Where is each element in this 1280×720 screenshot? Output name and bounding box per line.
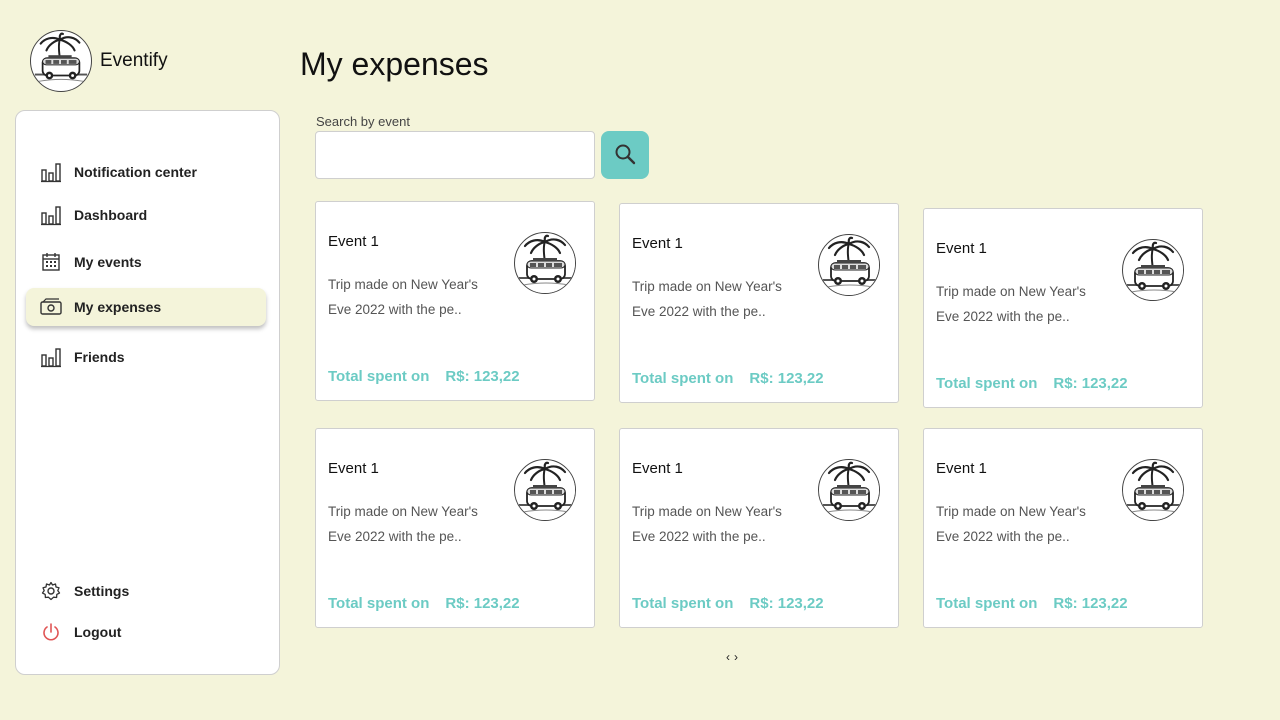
brand: Eventify xyxy=(30,30,168,92)
total-label: Total spent on xyxy=(632,595,734,612)
sidebar-item-label: Dashboard xyxy=(74,207,148,223)
sidebar-item-label: My expenses xyxy=(74,299,162,315)
van-palm-logo-icon xyxy=(1122,239,1184,301)
van-palm-logo-icon xyxy=(30,30,92,92)
power-icon xyxy=(40,621,62,643)
sidebar-item-dashboard[interactable]: Dashboard xyxy=(26,196,266,234)
total-value: R$: 123,22 xyxy=(1053,595,1128,612)
event-title: Event 1 xyxy=(328,460,379,477)
calendar-icon xyxy=(40,251,62,273)
event-total: Total spent on R$: 123,22 xyxy=(632,595,824,612)
event-title: Event 1 xyxy=(632,235,683,252)
van-palm-logo-icon xyxy=(1122,459,1184,521)
event-description: Trip made on New Year's Eve 2022 with th… xyxy=(632,504,782,544)
event-card[interactable]: Event 1 Trip made on New Year's Eve 2022… xyxy=(315,428,595,628)
search-icon xyxy=(614,143,636,168)
event-total: Total spent on R$: 123,22 xyxy=(936,595,1128,612)
sidebar-item-label: Logout xyxy=(74,624,122,640)
total-label: Total spent on xyxy=(328,595,430,612)
total-value: R$: 123,22 xyxy=(445,595,520,612)
event-description: Trip made on New Year's Eve 2022 with th… xyxy=(328,504,478,544)
event-total: Total spent on R$: 123,22 xyxy=(632,370,824,387)
search-input[interactable] xyxy=(315,131,595,179)
sidebar: Notification center Dashboard My events … xyxy=(15,110,280,675)
bar-chart-icon xyxy=(40,346,62,368)
bar-chart-icon xyxy=(40,204,62,226)
event-title: Event 1 xyxy=(936,460,987,477)
event-title: Event 1 xyxy=(328,233,379,250)
next-page-button[interactable]: › xyxy=(733,650,739,664)
event-title: Event 1 xyxy=(632,460,683,477)
total-label: Total spent on xyxy=(632,370,734,387)
search-button[interactable] xyxy=(601,131,649,179)
page-title: My expenses xyxy=(300,46,489,82)
pagination: ‹ › xyxy=(725,650,739,664)
event-card[interactable]: Event 1 Trip made on New Year's Eve 2022… xyxy=(315,201,595,401)
event-card[interactable]: Event 1 Trip made on New Year's Eve 2022… xyxy=(923,208,1203,408)
total-label: Total spent on xyxy=(328,368,430,385)
total-value: R$: 123,22 xyxy=(1053,375,1128,392)
sidebar-item-logout[interactable]: Logout xyxy=(26,613,266,651)
event-title: Event 1 xyxy=(936,240,987,257)
bar-chart-icon xyxy=(40,161,62,183)
search-label: Search by event xyxy=(316,114,410,129)
sidebar-item-label: Friends xyxy=(74,349,125,365)
event-total: Total spent on R$: 123,22 xyxy=(328,368,520,385)
money-icon xyxy=(40,296,62,318)
event-description: Trip made on New Year's Eve 2022 with th… xyxy=(632,279,782,319)
event-card[interactable]: Event 1 Trip made on New Year's Eve 2022… xyxy=(619,203,899,403)
total-value: R$: 123,22 xyxy=(445,368,520,385)
total-label: Total spent on xyxy=(936,375,1038,392)
event-description: Trip made on New Year's Eve 2022 with th… xyxy=(328,277,478,317)
total-value: R$: 123,22 xyxy=(749,370,824,387)
gear-icon xyxy=(40,580,62,602)
app-name: Eventify xyxy=(100,50,168,71)
van-palm-logo-icon xyxy=(514,232,576,294)
previous-page-button[interactable]: ‹ xyxy=(725,650,731,664)
event-total: Total spent on R$: 123,22 xyxy=(328,595,520,612)
sidebar-item-label: Settings xyxy=(74,583,130,599)
sidebar-item-label: Notification center xyxy=(74,164,197,180)
sidebar-item-label: My events xyxy=(74,254,142,270)
sidebar-item-my-events[interactable]: My events xyxy=(26,243,266,281)
van-palm-logo-icon xyxy=(818,234,880,296)
sidebar-item-settings[interactable]: Settings xyxy=(26,572,266,610)
event-total: Total spent on R$: 123,22 xyxy=(936,375,1128,392)
event-card[interactable]: Event 1 Trip made on New Year's Eve 2022… xyxy=(619,428,899,628)
van-palm-logo-icon xyxy=(514,459,576,521)
event-description: Trip made on New Year's Eve 2022 with th… xyxy=(936,284,1086,324)
total-value: R$: 123,22 xyxy=(749,595,824,612)
total-label: Total spent on xyxy=(936,595,1038,612)
event-card[interactable]: Event 1 Trip made on New Year's Eve 2022… xyxy=(923,428,1203,628)
van-palm-logo-icon xyxy=(818,459,880,521)
sidebar-item-friends[interactable]: Friends xyxy=(26,338,266,376)
sidebar-item-my-expenses[interactable]: My expenses xyxy=(26,288,266,326)
sidebar-item-notification-center[interactable]: Notification center xyxy=(26,153,266,191)
event-description: Trip made on New Year's Eve 2022 with th… xyxy=(936,504,1086,544)
